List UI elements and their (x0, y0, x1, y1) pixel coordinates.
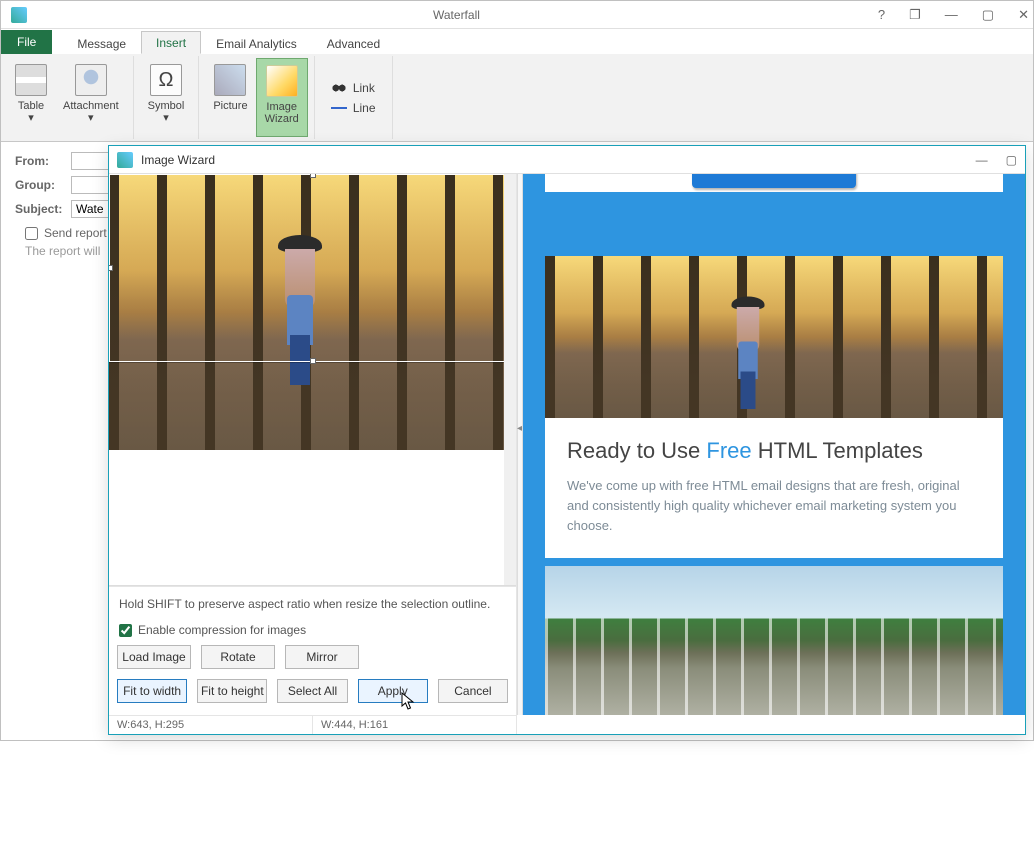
cancel-button[interactable]: Cancel (438, 679, 508, 703)
line-icon (331, 101, 347, 115)
attachment-label: Attachment ▾ (63, 100, 119, 124)
window-title: Waterfall (35, 8, 878, 22)
select-all-button[interactable]: Select All (277, 679, 347, 703)
rotate-button[interactable]: Rotate (201, 645, 275, 669)
ribbon-group-picture: Picture Image Wizard (199, 56, 314, 139)
maximize-icon[interactable]: ▢ (982, 7, 994, 23)
image-wizard-button[interactable]: Image Wizard (256, 58, 308, 137)
status-selection-size: W:444, H:161 (313, 716, 517, 734)
restore-icon[interactable]: ❐ (909, 7, 921, 23)
symbol-label: Symbol ▾ (148, 100, 185, 124)
subject-label: Subject: (15, 202, 71, 216)
image-canvas[interactable] (109, 174, 516, 586)
compress-label: Enable compression for images (138, 623, 306, 637)
preview-heading-post: HTML Templates (752, 438, 923, 463)
image-wizard-dialog: Image Wizard — ▢ ✕ (108, 145, 1026, 735)
hint-text: Hold SHIFT to preserve aspect ratio when… (117, 597, 508, 623)
line-button[interactable]: Line (331, 101, 376, 115)
selection-outline[interactable] (109, 174, 516, 362)
selection-handle-left[interactable] (109, 265, 113, 271)
load-image-button[interactable]: Load Image (117, 645, 191, 669)
picture-icon (214, 64, 246, 96)
link-label: Link (353, 81, 375, 95)
dialog-body: Hold SHIFT to preserve aspect ratio when… (109, 174, 1025, 715)
minimize-icon[interactable]: — (945, 7, 958, 22)
preview-body: We've come up with free HTML email desig… (567, 476, 981, 536)
email-preview[interactable]: Ready to Use Free HTML Templates We've c… (523, 174, 1025, 715)
link-button[interactable]: Link (331, 81, 376, 95)
dialog-title: Image Wizard (141, 153, 976, 167)
send-report-checkbox[interactable] (25, 227, 38, 240)
help-icon[interactable]: ? (878, 7, 885, 22)
table-button[interactable]: Table ▾ (7, 58, 55, 137)
preview-person (733, 296, 763, 401)
tab-advanced[interactable]: Advanced (312, 32, 395, 54)
ribbon-group-symbol: Ω Symbol ▾ (134, 56, 200, 139)
preview-text-block: Ready to Use Free HTML Templates We've c… (545, 418, 1003, 558)
image-wizard-label: Image Wizard (265, 101, 299, 125)
apply-button[interactable]: Apply (358, 679, 428, 703)
symbol-button[interactable]: Ω Symbol ▾ (140, 58, 193, 137)
editor-pane: Hold SHIFT to preserve aspect ratio when… (109, 174, 517, 715)
fit-to-height-button[interactable]: Fit to height (197, 679, 267, 703)
fit-to-width-button[interactable]: Fit to width (117, 679, 187, 703)
compress-checkbox[interactable] (119, 624, 132, 637)
dialog-maximize-icon[interactable]: ▢ (1006, 153, 1017, 167)
link-icon (331, 81, 347, 95)
window-controls: ? ❐ — ▢ ✕ (878, 7, 1029, 23)
app-icon (11, 7, 27, 23)
splitter-handle[interactable] (517, 174, 523, 715)
cursor2 (505, 848, 521, 868)
tab-insert[interactable]: Insert (141, 31, 201, 54)
dialog-icon (117, 152, 133, 168)
status-full-size: W:643, H:295 (109, 716, 313, 734)
dialog-titlebar[interactable]: Image Wizard — ▢ ✕ (109, 146, 1025, 174)
group-label: Group: (15, 178, 71, 192)
picture-button[interactable]: Picture (205, 58, 255, 137)
preview-badge (692, 174, 857, 188)
preview-top-card (545, 174, 1003, 192)
compress-checkbox-row[interactable]: Enable compression for images (119, 623, 508, 637)
ribbon-group-table: Table ▾ Attachment ▾ (1, 56, 134, 139)
ribbon: Table ▾ Attachment ▾ Ω Symbol ▾ Picture … (1, 54, 1033, 142)
titlebar: Waterfall ? ❐ — ▢ ✕ (1, 1, 1033, 29)
image-wizard-icon (266, 65, 298, 97)
preview-hero-image (545, 256, 1003, 418)
tab-email-analytics[interactable]: Email Analytics (201, 32, 312, 54)
from-label: From: (15, 154, 71, 168)
canvas-scrollbar[interactable] (504, 174, 516, 585)
editor-controls: Hold SHIFT to preserve aspect ratio when… (109, 586, 516, 715)
ribbon-tabs: File Message Insert Email Analytics Adva… (1, 29, 1033, 54)
preview-heading-pre: Ready to Use (567, 438, 706, 463)
preview-waterfall-image (545, 566, 1003, 715)
attachment-button[interactable]: Attachment ▾ (55, 58, 127, 137)
line-label: Line (353, 101, 376, 115)
ribbon-group-link: Link Line (315, 56, 393, 139)
preview-heading: Ready to Use Free HTML Templates (567, 438, 981, 464)
dialog-minimize-icon[interactable]: — (976, 153, 988, 167)
preview-heading-accent: Free (706, 438, 751, 463)
attachment-icon (75, 64, 107, 96)
tab-message[interactable]: Message (62, 32, 141, 54)
symbol-icon: Ω (150, 64, 182, 96)
preview-pane: Ready to Use Free HTML Templates We've c… (523, 174, 1025, 715)
mirror-button[interactable]: Mirror (285, 645, 359, 669)
table-icon (15, 64, 47, 96)
status-bar: W:643, H:295 W:444, H:161 (109, 715, 517, 734)
selection-handle-bottom[interactable] (310, 358, 316, 364)
selection-handle-top[interactable] (310, 174, 316, 178)
table-label: Table ▾ (18, 100, 44, 124)
close-icon[interactable]: ✕ (1018, 7, 1029, 23)
picture-label: Picture (213, 100, 247, 112)
tab-file[interactable]: File (1, 30, 52, 54)
